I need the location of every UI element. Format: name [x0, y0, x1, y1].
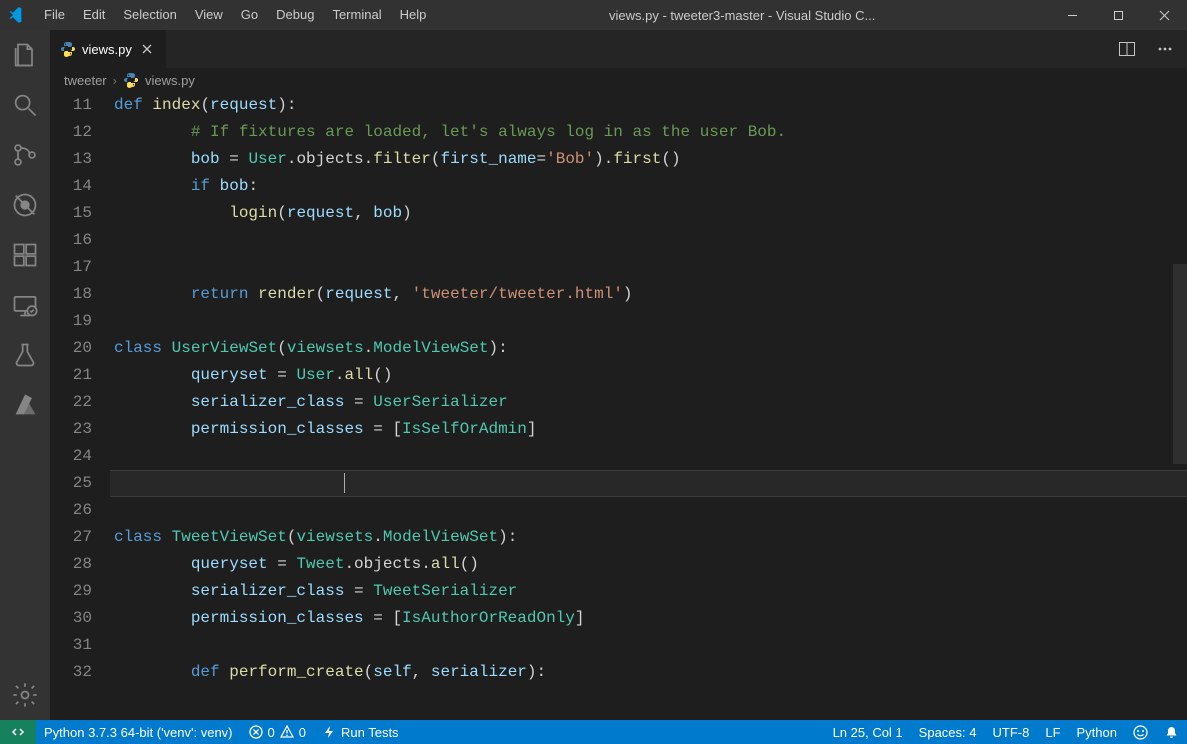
menu-go[interactable]: Go — [232, 0, 267, 30]
menu-edit[interactable]: Edit — [74, 0, 114, 30]
code-content[interactable]: def index(request): # If fixtures are lo… — [110, 92, 1187, 720]
problems-indicator[interactable]: 0 0 — [241, 720, 314, 744]
code-editor[interactable]: 1112131415161718192021222324252627282930… — [50, 92, 1187, 720]
code-line[interactable]: # If fixtures are loaded, let's always l… — [110, 119, 1187, 146]
code-line[interactable]: permission_classes = [IsSelfOrAdmin] — [110, 416, 1187, 443]
line-number-gutter: 1112131415161718192021222324252627282930… — [50, 92, 110, 720]
menu-selection[interactable]: Selection — [114, 0, 185, 30]
settings-icon[interactable] — [0, 670, 50, 720]
breadcrumbs[interactable]: tweeter › views.py — [50, 68, 1187, 92]
code-line[interactable]: class UserViewSet(viewsets.ModelViewSet)… — [110, 335, 1187, 362]
main-area: views.py tweeter › views.py 111213141516… — [0, 30, 1187, 720]
code-line[interactable] — [110, 497, 1187, 524]
code-line[interactable]: login(request, bob) — [110, 200, 1187, 227]
eol[interactable]: LF — [1037, 720, 1068, 744]
cursor-position[interactable]: Ln 25, Col 1 — [825, 720, 911, 744]
code-line[interactable]: class TweetViewSet(viewsets.ModelViewSet… — [110, 524, 1187, 551]
tab-actions — [1105, 39, 1187, 59]
test-icon[interactable] — [0, 330, 50, 380]
minimize-button[interactable] — [1049, 0, 1095, 30]
extensions-icon[interactable] — [0, 230, 50, 280]
close-tab-icon[interactable] — [138, 40, 156, 58]
tab-views-py[interactable]: views.py — [50, 30, 167, 68]
vertical-scrollbar[interactable] — [1173, 154, 1187, 698]
tab-label: views.py — [82, 42, 132, 57]
main-menu: FileEditSelectionViewGoDebugTerminalHelp — [35, 0, 435, 30]
python-file-icon — [60, 41, 76, 57]
code-line[interactable]: def index(request): — [110, 92, 1187, 119]
code-line[interactable] — [110, 470, 1187, 497]
remote-indicator[interactable] — [0, 720, 36, 744]
status-bar: Python 3.7.3 64-bit ('venv': venv) 0 0 R… — [0, 720, 1187, 744]
encoding[interactable]: UTF-8 — [985, 720, 1038, 744]
debug-icon[interactable] — [0, 180, 50, 230]
remote-explorer-icon[interactable] — [0, 280, 50, 330]
azure-icon[interactable] — [0, 380, 50, 430]
code-line[interactable] — [110, 632, 1187, 659]
source-control-icon[interactable] — [0, 130, 50, 180]
code-line[interactable]: serializer_class = TweetSerializer — [110, 578, 1187, 605]
menu-terminal[interactable]: Terminal — [323, 0, 390, 30]
activity-bar — [0, 30, 50, 720]
search-icon[interactable] — [0, 80, 50, 130]
titlebar: FileEditSelectionViewGoDebugTerminalHelp… — [0, 0, 1187, 30]
notifications-icon[interactable] — [1156, 720, 1187, 744]
code-line[interactable]: def perform_create(self, serializer): — [110, 659, 1187, 686]
editor-area: views.py tweeter › views.py 111213141516… — [50, 30, 1187, 720]
maximize-button[interactable] — [1095, 0, 1141, 30]
code-line[interactable] — [110, 308, 1187, 335]
code-line[interactable]: permission_classes = [IsAuthorOrReadOnly… — [110, 605, 1187, 632]
explorer-icon[interactable] — [0, 30, 50, 80]
run-tests-button[interactable]: Run Tests — [314, 720, 407, 744]
more-actions-icon[interactable] — [1155, 39, 1175, 59]
code-line[interactable]: queryset = Tweet.objects.all() — [110, 551, 1187, 578]
breadcrumb-file[interactable]: views.py — [145, 73, 195, 88]
window-title: views.py - tweeter3-master - Visual Stud… — [435, 8, 1049, 23]
editor-tabs: views.py — [50, 30, 1187, 68]
menu-debug[interactable]: Debug — [267, 0, 323, 30]
code-line[interactable] — [110, 254, 1187, 281]
warning-icon — [280, 725, 294, 739]
python-interpreter[interactable]: Python 3.7.3 64-bit ('venv': venv) — [36, 720, 241, 744]
code-line[interactable]: bob = User.objects.filter(first_name='Bo… — [110, 146, 1187, 173]
lightning-icon — [322, 725, 336, 739]
code-line[interactable]: return render(request, 'tweeter/tweeter.… — [110, 281, 1187, 308]
language-mode[interactable]: Python — [1069, 720, 1125, 744]
code-line[interactable]: queryset = User.all() — [110, 362, 1187, 389]
window-controls — [1049, 0, 1187, 30]
menu-view[interactable]: View — [186, 0, 232, 30]
menu-help[interactable]: Help — [391, 0, 436, 30]
menu-file[interactable]: File — [35, 0, 74, 30]
code-line[interactable] — [110, 443, 1187, 470]
split-editor-icon[interactable] — [1117, 39, 1137, 59]
vscode-logo-icon — [0, 6, 35, 24]
indentation[interactable]: Spaces: 4 — [911, 720, 985, 744]
chevron-right-icon: › — [113, 73, 117, 88]
feedback-icon[interactable] — [1125, 720, 1156, 744]
scrollbar-thumb[interactable] — [1173, 264, 1187, 464]
error-icon — [249, 725, 263, 739]
code-line[interactable]: serializer_class = UserSerializer — [110, 389, 1187, 416]
close-button[interactable] — [1141, 0, 1187, 30]
breadcrumb-folder[interactable]: tweeter — [64, 73, 107, 88]
code-line[interactable]: if bob: — [110, 173, 1187, 200]
code-line[interactable] — [110, 227, 1187, 254]
python-file-icon — [123, 72, 139, 88]
